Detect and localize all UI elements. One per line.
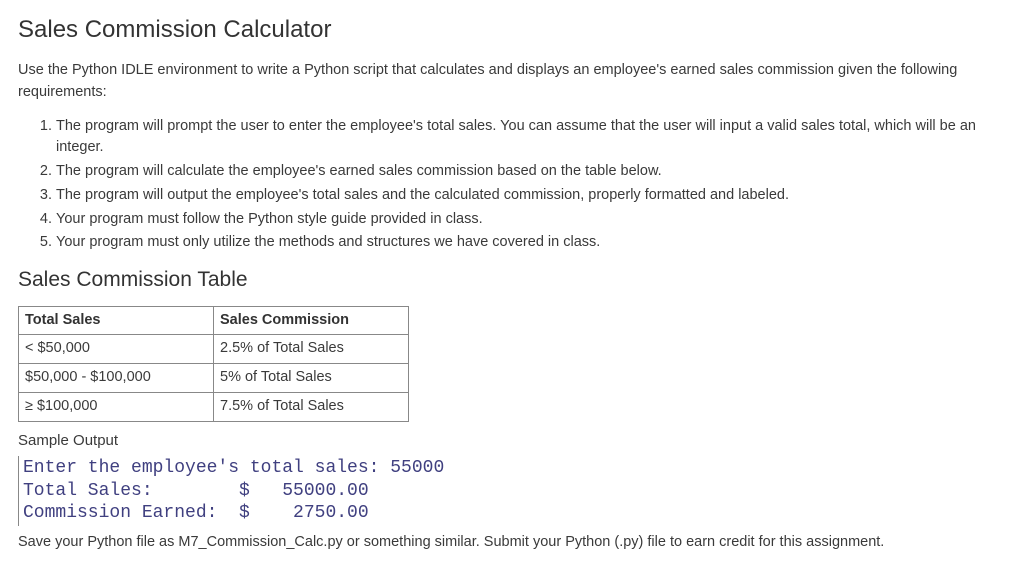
page-title: Sales Commission Calculator <box>18 12 995 48</box>
table-cell: 7.5% of Total Sales <box>214 392 409 421</box>
table-header-row: Total Sales Sales Commission <box>19 306 409 335</box>
intro-text: Use the Python IDLE environment to write… <box>18 60 995 104</box>
sample-output-label: Sample Output <box>18 430 995 453</box>
sample-output-block: Enter the employee's total sales: 55000 … <box>18 456 995 526</box>
commission-table: Total Sales Sales Commission < $50,000 2… <box>18 306 409 422</box>
list-item: Your program must follow the Python styl… <box>56 209 995 231</box>
table-heading: Sales Commission Table <box>18 264 995 296</box>
table-header: Total Sales <box>19 306 214 335</box>
table-cell: ≥ $100,000 <box>19 392 214 421</box>
table-cell: < $50,000 <box>19 335 214 364</box>
list-item: Your program must only utilize the metho… <box>56 232 995 254</box>
table-row: $50,000 - $100,000 5% of Total Sales <box>19 364 409 393</box>
table-row: < $50,000 2.5% of Total Sales <box>19 335 409 364</box>
table-header: Sales Commission <box>214 306 409 335</box>
list-item: The program will calculate the employee'… <box>56 161 995 183</box>
requirements-list: The program will prompt the user to ente… <box>18 116 995 255</box>
footer-text: Save your Python file as M7_Commission_C… <box>18 532 995 554</box>
table-cell: $50,000 - $100,000 <box>19 364 214 393</box>
table-row: ≥ $100,000 7.5% of Total Sales <box>19 392 409 421</box>
list-item: The program will output the employee's t… <box>56 185 995 207</box>
table-cell: 5% of Total Sales <box>214 364 409 393</box>
list-item: The program will prompt the user to ente… <box>56 116 995 160</box>
table-cell: 2.5% of Total Sales <box>214 335 409 364</box>
